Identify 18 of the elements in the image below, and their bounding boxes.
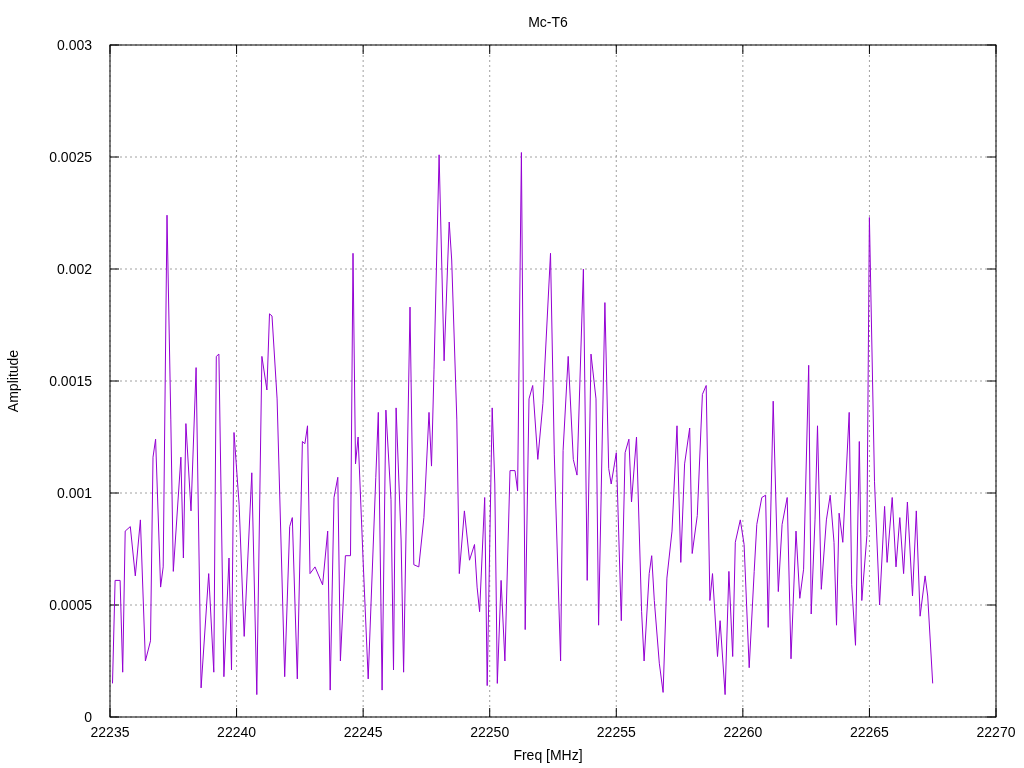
x-tick-label: 22260 [723, 724, 763, 740]
x-tick-label: 22245 [343, 724, 383, 740]
y-tick-label: 0.0025 [49, 149, 92, 165]
chart-title: Mc-T6 [528, 14, 568, 30]
x-axis-label: Freq [MHz] [513, 747, 583, 763]
x-tick-label: 22240 [217, 724, 257, 740]
y-axis-label: Amplitude [5, 349, 21, 413]
y-tick-label: 0.0005 [49, 597, 92, 613]
x-tick-label: 22255 [596, 724, 636, 740]
y-tick-label: 0.003 [56, 37, 92, 53]
y-tick-label: 0.0015 [49, 373, 92, 389]
x-tick-label: 22250 [470, 724, 510, 740]
x-tick-label: 22270 [976, 724, 1016, 740]
x-tick-label: 22235 [90, 724, 130, 740]
y-tick-label: 0.001 [56, 485, 92, 501]
y-tick-label: 0 [84, 709, 92, 725]
y-tick-label: 0.002 [56, 261, 92, 277]
x-tick-label: 22265 [849, 724, 889, 740]
